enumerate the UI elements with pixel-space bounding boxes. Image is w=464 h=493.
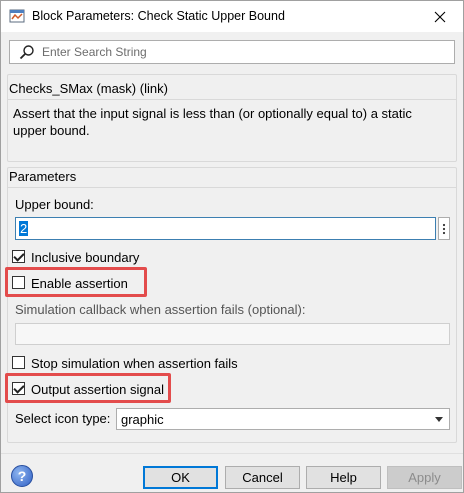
vertical-dots-icon [442, 223, 446, 234]
footer-divider [1, 453, 463, 454]
upper-bound-label: Upper bound: [15, 197, 94, 212]
callback-field[interactable] [15, 323, 450, 345]
callback-label: Simulation callback when assertion fails… [15, 302, 306, 317]
simulink-app-icon [9, 8, 25, 24]
more-options-button[interactable] [438, 217, 450, 240]
upper-bound-field[interactable]: 2 [15, 217, 436, 240]
mask-divider [7, 99, 457, 100]
icon-type-select[interactable]: graphic [116, 408, 450, 430]
enable-assertion-label[interactable]: Enable assertion [31, 276, 128, 291]
icon-type-value: graphic [121, 412, 164, 427]
stop-simulation-checkbox[interactable] [12, 356, 25, 369]
help-button[interactable]: Help [306, 466, 381, 489]
search-input[interactable] [42, 43, 447, 61]
title-bar: Block Parameters: Check Static Upper Bou… [1, 1, 463, 32]
mask-header: Checks_SMax (mask) (link) [9, 81, 168, 96]
icon-type-label: Select icon type: [15, 411, 111, 426]
close-icon[interactable] [417, 1, 463, 32]
parameters-header: Parameters [9, 169, 77, 184]
apply-button[interactable]: Apply [387, 466, 462, 489]
output-assertion-checkbox[interactable] [12, 382, 25, 395]
enable-assertion-checkbox[interactable] [12, 276, 25, 289]
cancel-button[interactable]: Cancel [225, 466, 300, 489]
inclusive-boundary-checkbox[interactable] [12, 250, 25, 263]
inclusive-boundary-label[interactable]: Inclusive boundary [31, 250, 139, 265]
window-title: Block Parameters: Check Static Upper Bou… [32, 9, 285, 23]
search-icon [19, 44, 35, 60]
block-parameters-dialog: Block Parameters: Check Static Upper Bou… [0, 0, 464, 493]
output-assertion-label[interactable]: Output assertion signal [31, 382, 164, 397]
upper-bound-value[interactable]: 2 [19, 221, 29, 236]
search-box[interactable] [9, 40, 455, 64]
parameters-divider [7, 187, 457, 188]
help-question-icon[interactable]: ? [11, 465, 33, 487]
stop-simulation-label[interactable]: Stop simulation when assertion fails [31, 356, 238, 371]
ok-button[interactable]: OK [143, 466, 218, 489]
dropdown-arrow-icon [435, 417, 443, 422]
mask-description: Assert that the input signal is less tha… [13, 106, 412, 138]
